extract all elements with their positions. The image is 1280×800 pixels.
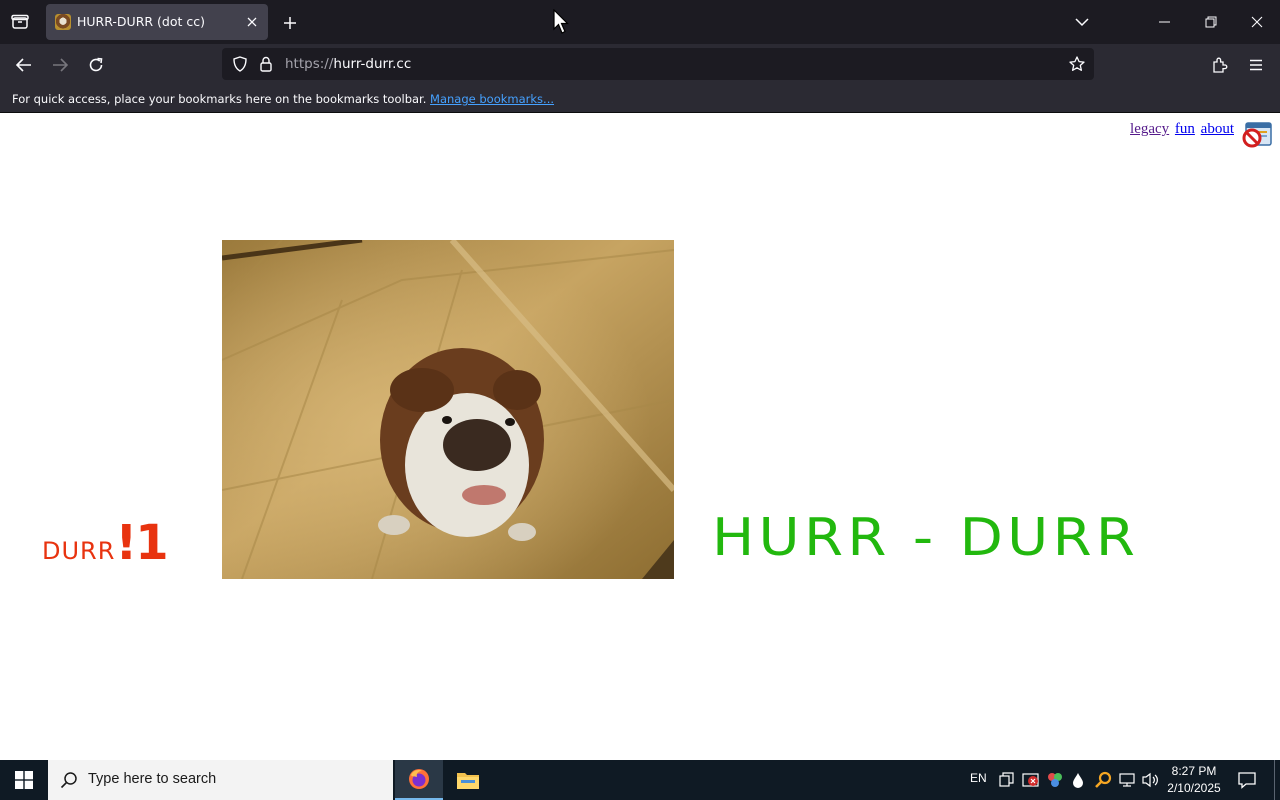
- address-bar[interactable]: https://hurr-durr.cc: [222, 48, 1094, 80]
- task-view-icon[interactable]: [999, 772, 1015, 792]
- security-tray-icon[interactable]: [1022, 772, 1040, 792]
- list-all-tabs-chevron-down-icon[interactable]: [1070, 12, 1094, 32]
- windows-start-icon[interactable]: [0, 760, 48, 800]
- new-tab-plus-icon[interactable]: [278, 12, 302, 34]
- durr-text: DURR!1: [42, 515, 169, 571]
- durr-big-text: !1: [115, 515, 168, 571]
- tab-overview-icon[interactable]: [8, 12, 32, 32]
- language-indicator[interactable]: EN: [970, 771, 987, 785]
- droplet-tray-icon[interactable]: [1072, 772, 1084, 792]
- nav-link-legacy[interactable]: legacy: [1130, 121, 1169, 137]
- system-clock[interactable]: 8:27 PM 2/10/2025: [1160, 763, 1228, 797]
- bookmarks-hint: For quick access, place your bookmarks h…: [12, 92, 554, 106]
- magnifier-tray-icon[interactable]: [1094, 771, 1112, 793]
- close-icon[interactable]: [242, 12, 262, 32]
- site-nav: legacy fun about: [1128, 121, 1234, 138]
- hurr-durr-heading: HURR - DURR: [712, 508, 1140, 568]
- bulldog-favicon-icon: [55, 14, 71, 30]
- shield-icon[interactable]: [230, 54, 250, 74]
- bookmarks-toolbar: For quick access, place your bookmarks h…: [0, 86, 1280, 113]
- firefox-taskbar-icon[interactable]: [395, 760, 443, 800]
- windows-taskbar: Type here to search EN 8:27 PM 2/10/2025: [0, 760, 1280, 800]
- forward-arrow-icon[interactable]: [48, 53, 72, 77]
- tab-hurr-durr[interactable]: HURR-DURR (dot cc): [46, 4, 268, 40]
- minimize-icon[interactable]: [1150, 12, 1180, 32]
- url-host: hurr-durr.cc: [333, 56, 412, 72]
- show-desktop-edge[interactable]: [1274, 760, 1280, 800]
- mouse-cursor-icon: [553, 8, 569, 39]
- taskbar-search-box[interactable]: Type here to search: [48, 760, 393, 800]
- bulldog-photo: [222, 240, 674, 579]
- lock-icon[interactable]: [256, 54, 276, 74]
- window-close-icon[interactable]: [1242, 12, 1272, 32]
- manage-bookmarks-link[interactable]: Manage bookmarks...: [430, 92, 554, 106]
- notification-center-icon[interactable]: [1238, 771, 1256, 793]
- navigation-toolbar: https://hurr-durr.cc: [0, 44, 1280, 86]
- nav-link-fun[interactable]: fun: [1175, 121, 1195, 137]
- tab-title: HURR-DURR (dot cc): [77, 14, 205, 29]
- restore-icon[interactable]: [1196, 12, 1226, 32]
- reload-icon[interactable]: [84, 53, 108, 77]
- network-icon[interactable]: [1118, 772, 1136, 792]
- nav-link-about[interactable]: about: [1201, 121, 1234, 137]
- web-page: legacy fun about DURR!1 HURR - DURR: [0, 113, 1280, 760]
- browser-titlebar: HURR-DURR (dot cc): [0, 0, 1280, 44]
- back-arrow-icon[interactable]: [12, 53, 36, 77]
- durr-small-text: DURR: [42, 537, 116, 565]
- bookmarks-hint-text: For quick access, place your bookmarks h…: [12, 92, 427, 106]
- search-icon: [60, 771, 78, 793]
- bookmark-star-icon[interactable]: [1066, 54, 1088, 74]
- url-text[interactable]: https://hurr-durr.cc: [285, 56, 411, 72]
- url-scheme: https://: [285, 56, 334, 72]
- hamburger-menu-icon[interactable]: [1244, 53, 1268, 77]
- no-ads-badge-icon[interactable]: [1242, 122, 1272, 148]
- colorful-tray-icon[interactable]: [1046, 771, 1064, 793]
- file-explorer-taskbar-icon[interactable]: [444, 760, 492, 800]
- extensions-puzzle-icon[interactable]: [1208, 53, 1232, 77]
- clock-date: 2/10/2025: [1167, 781, 1221, 795]
- volume-icon[interactable]: [1142, 772, 1160, 792]
- clock-time: 8:27 PM: [1171, 764, 1217, 778]
- search-placeholder: Type here to search: [88, 771, 217, 787]
